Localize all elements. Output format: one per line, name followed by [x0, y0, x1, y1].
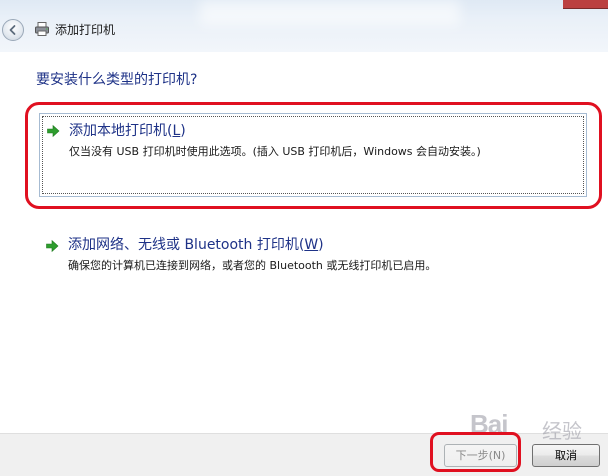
back-arrow-icon: [9, 25, 16, 35]
glass-highlight: [200, 0, 460, 26]
window-title: 添加打印机: [55, 23, 116, 37]
option-title: 添加本地打印机(L): [69, 123, 186, 139]
cancel-button[interactable]: 取消: [532, 444, 600, 467]
next-button[interactable]: 下一步(N): [444, 444, 517, 467]
green-arrow-icon: [47, 124, 60, 138]
option-title: 添加网络、无线或 Bluetooth 打印机(W): [68, 237, 324, 253]
option-description: 确保您的计算机已连接到网络，或者您的 Bluetooth 或无线打印机已启用。: [68, 259, 437, 272]
page-heading: 要安装什么类型的打印机?: [36, 72, 198, 88]
close-button-edge[interactable]: [563, 0, 608, 9]
printer-icon: [35, 22, 49, 36]
option-local-printer[interactable]: 添加本地打印机(L) 仅当没有 USB 打印机时使用此选项。(插入 USB 打印…: [39, 113, 587, 197]
option-network-printer[interactable]: 添加网络、无线或 Bluetooth 打印机(W) 确保您的计算机已连接到网络，…: [39, 232, 587, 280]
green-arrow-icon: [46, 239, 59, 253]
option-description: 仅当没有 USB 打印机时使用此选项。(插入 USB 打印机后，Windows …: [69, 145, 481, 158]
add-printer-wizard: 添加打印机 要安装什么类型的打印机? 添加本地打印机(L) 仅当没有 USB 打…: [0, 0, 608, 476]
back-button[interactable]: [2, 19, 24, 41]
title-bar: 添加打印机: [0, 0, 608, 52]
